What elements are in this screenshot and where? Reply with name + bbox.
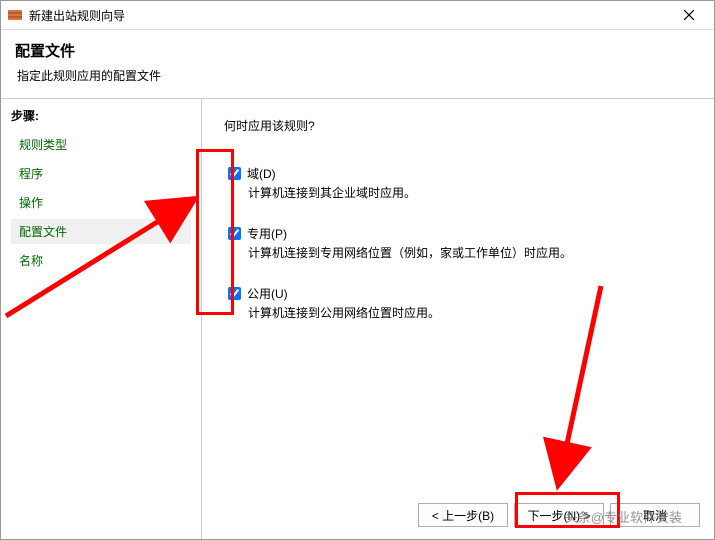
step-rule-type[interactable]: 规则类型 [11,132,191,157]
profile-domain-desc: 计算机连接到其企业域时应用。 [228,184,690,201]
page-subtitle: 指定此规则应用的配置文件 [15,67,700,84]
step-program[interactable]: 程序 [11,161,191,186]
back-button[interactable]: < 上一步(B) [418,503,508,527]
step-profile[interactable]: 配置文件 [11,219,191,244]
window-title: 新建出站规则向导 [29,7,668,24]
step-action[interactable]: 操作 [11,190,191,215]
steps-sidebar: 步骤: 规则类型 程序 操作 配置文件 名称 [1,99,201,539]
profile-domain-block: 域(D) 计算机连接到其企业域时应用。 [224,162,694,204]
step-link: 名称 [19,254,43,268]
profile-public-row[interactable]: 公用(U) [228,285,690,302]
page-header: 配置文件 指定此规则应用的配置文件 [1,30,714,99]
close-button[interactable] [668,2,710,28]
profile-public-desc: 计算机连接到公用网络位置时应用。 [228,304,690,321]
wizard-window: 新建出站规则向导 配置文件 指定此规则应用的配置文件 步骤: 规则类型 程序 操… [0,0,715,540]
step-link: 操作 [19,196,43,210]
profile-public-block: 公用(U) 计算机连接到公用网络位置时应用。 [224,282,694,324]
cancel-button[interactable]: 取消 [610,503,700,527]
profile-private-desc: 计算机连接到专用网络位置（例如，家或工作单位）时应用。 [228,244,690,261]
profile-private-label: 专用(P) [247,225,287,242]
wizard-body: 步骤: 规则类型 程序 操作 配置文件 名称 何时应用该规则? [1,99,714,539]
profile-public-label: 公用(U) [247,285,288,302]
profile-private-block: 专用(P) 计算机连接到专用网络位置（例如，家或工作单位）时应用。 [224,222,694,264]
content-pane: 何时应用该规则? 域(D) 计算机连接到其企业域时应用。 专用(P) 计算机连接… [201,99,714,539]
titlebar: 新建出站规则向导 [1,1,714,30]
page-title: 配置文件 [15,40,700,61]
profile-domain-row[interactable]: 域(D) [228,165,690,182]
annotation-highlight-checkboxes [196,149,234,315]
profile-domain-label: 域(D) [247,165,276,182]
step-link: 规则类型 [19,138,67,152]
annotation-highlight-next [515,492,620,528]
step-link: 配置文件 [19,225,67,239]
profile-private-row[interactable]: 专用(P) [228,225,690,242]
firewall-icon [7,7,23,23]
content-question: 何时应用该规则? [224,117,694,134]
close-icon [684,7,694,23]
step-name[interactable]: 名称 [11,248,191,273]
step-link: 程序 [19,167,43,181]
steps-label: 步骤: [11,107,191,124]
